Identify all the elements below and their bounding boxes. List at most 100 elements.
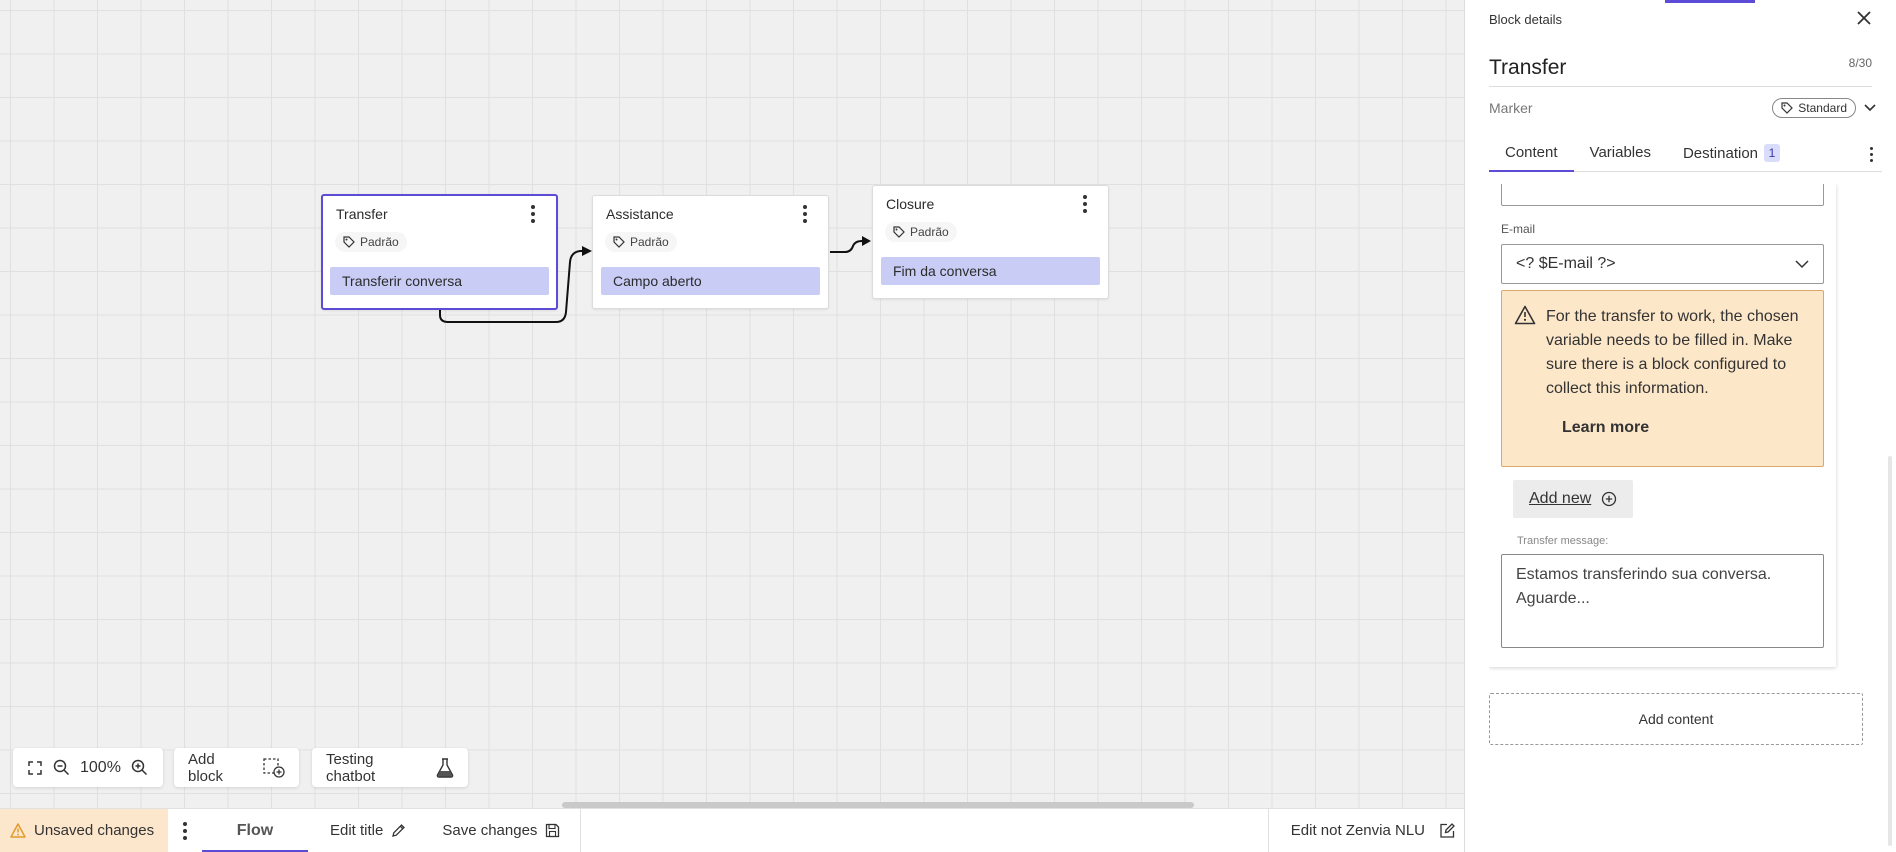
transfer-message-label: Transfer message: <box>1517 535 1609 547</box>
panel-header: Block details <box>1489 8 1872 30</box>
tab-label: Content <box>1505 144 1558 161</box>
tag-icon <box>893 226 905 238</box>
connectors <box>439 236 871 323</box>
edit-nlu-button[interactable]: Edit not Zenvia NLU <box>1269 809 1464 852</box>
warning-text: For the transfer to work, the chosen var… <box>1546 308 1799 397</box>
content-chip[interactable]: Campo aberto <box>601 267 820 295</box>
transfer-content-card: E-mail <? $E-mail ?> For the transfer to… <box>1489 184 1836 667</box>
fullscreen-icon[interactable] <box>27 760 43 776</box>
block-title: Assistance <box>606 206 674 222</box>
add-block-button[interactable]: Add block <box>174 748 299 787</box>
learn-more-link[interactable]: Learn more <box>1562 416 1809 440</box>
warning-box: For the transfer to work, the chosen var… <box>1501 290 1824 467</box>
divider <box>580 808 582 852</box>
block-tag: Padrão <box>605 232 677 252</box>
warning-icon <box>1514 305 1536 325</box>
tag-label: Padrão <box>630 235 669 249</box>
block-body: Fim da conversa <box>873 249 1108 293</box>
block-assistance[interactable]: Assistance Padrão Campo aberto <box>592 195 829 309</box>
chevron-down-icon <box>1864 104 1876 112</box>
block-title: Transfer <box>336 206 388 222</box>
kebab-icon[interactable] <box>1074 190 1096 218</box>
marker-pill: Standard <box>1772 98 1856 118</box>
block-closure[interactable]: Closure Padrão Fim da conversa <box>872 185 1109 299</box>
tab-badge: 1 <box>1764 144 1781 162</box>
edit-title-label: Edit title <box>330 822 384 839</box>
flow-canvas[interactable]: Transfer Padrão Transferir conversa Assi… <box>0 0 1464 808</box>
connector-arrow-2 <box>862 236 871 246</box>
edit-icon <box>1440 823 1455 838</box>
block-name-value: Transfer <box>1489 56 1567 79</box>
kebab-icon[interactable] <box>522 200 544 228</box>
block-header: Transfer <box>323 196 556 232</box>
pencil-icon <box>392 824 406 837</box>
panel-accent <box>1665 0 1755 3</box>
tag-label: Padrão <box>910 225 949 239</box>
block-name-field[interactable]: Transfer 8/30 <box>1489 56 1872 87</box>
unsaved-label: Unsaved changes <box>34 822 155 839</box>
tab-variables[interactable]: Variables <box>1574 140 1667 171</box>
tag-icon <box>343 236 355 248</box>
block-details-panel: Block details Transfer 8/30 Marker Stand… <box>1464 0 1896 852</box>
block-header: Assistance <box>593 196 828 232</box>
char-counter: 8/30 <box>1848 56 1872 70</box>
save-changes-label: Save changes <box>442 822 538 839</box>
panel-content-scroll[interactable]: E-mail <? $E-mail ?> For the transfer to… <box>1489 184 1879 852</box>
tag-label: Padrão <box>360 235 399 249</box>
tab-content[interactable]: Content <box>1489 140 1574 172</box>
marker-select[interactable]: Standard <box>1772 98 1876 118</box>
flow-tab-label: Flow <box>236 821 274 839</box>
block-title: Closure <box>886 196 935 212</box>
add-content-button[interactable]: Add content <box>1489 693 1863 745</box>
block-transfer[interactable]: Transfer Padrão Transferir conversa <box>321 194 558 310</box>
zoom-in-icon[interactable] <box>131 759 148 776</box>
block-tag: Padrão <box>335 232 407 252</box>
zoom-controls: 100% <box>13 748 163 787</box>
add-block-icon <box>263 757 285 778</box>
tab-destination[interactable]: Destination 1 <box>1667 140 1796 172</box>
save-icon <box>546 823 560 838</box>
testing-label: Testing chatbot <box>326 750 376 785</box>
email-select[interactable]: <? $E-mail ?> <box>1501 244 1824 284</box>
warning-icon <box>10 823 26 838</box>
vertical-scrollbar[interactable] <box>1888 456 1892 846</box>
testing-chatbot-button[interactable]: Testing chatbot <box>312 748 468 787</box>
kebab-icon[interactable] <box>1860 140 1882 168</box>
content-chip[interactable]: Transferir conversa <box>330 267 549 295</box>
kebab-icon[interactable] <box>794 200 816 228</box>
email-label: E-mail <box>1501 222 1536 236</box>
unsaved-changes-indicator: Unsaved changes <box>0 808 168 852</box>
edit-nlu-label: Edit not Zenvia NLU <box>1290 822 1425 839</box>
add-new-button[interactable]: Add new <box>1513 480 1634 518</box>
block-tag: Padrão <box>885 222 957 242</box>
plus-circle-icon <box>1602 491 1617 507</box>
content-chip[interactable]: Fim da conversa <box>881 257 1100 285</box>
block-header: Closure <box>873 186 1108 222</box>
bottom-bar: Unsaved changes Flow Edit title Save cha… <box>0 808 1464 852</box>
marker-row: Marker Standard <box>1489 98 1876 118</box>
chevron-down-icon <box>1795 259 1809 268</box>
close-icon[interactable] <box>1856 8 1872 30</box>
email-select-value: <? $E-mail ?> <box>1516 255 1616 272</box>
zoom-out-icon[interactable] <box>53 759 70 776</box>
zoom-level: 100% <box>80 758 121 776</box>
panel-tabs: Content Variables Destination 1 <box>1489 140 1882 172</box>
kebab-icon[interactable] <box>168 817 202 845</box>
block-body: Transferir conversa <box>323 259 556 303</box>
tab-label: Destination <box>1682 144 1759 162</box>
previous-field[interactable] <box>1501 184 1824 206</box>
panel-header-label: Block details <box>1489 11 1562 27</box>
tab-flow[interactable]: Flow <box>202 809 308 852</box>
save-changes-button[interactable]: Save changes <box>420 809 574 852</box>
add-new-label: Add new <box>1529 490 1592 507</box>
tab-label: Variables <box>1589 144 1651 161</box>
marker-label: Marker <box>1489 100 1533 116</box>
tag-icon <box>613 236 625 248</box>
transfer-message-textarea[interactable]: Estamos transferindo sua conversa. Aguar… <box>1501 554 1824 648</box>
edit-title-button[interactable]: Edit title <box>308 809 420 852</box>
connector-arrow-1 <box>582 246 592 256</box>
add-content-label: Add content <box>1638 711 1714 727</box>
tag-icon <box>1781 102 1794 114</box>
block-body: Campo aberto <box>593 259 828 303</box>
add-block-label: Add block <box>188 750 224 785</box>
